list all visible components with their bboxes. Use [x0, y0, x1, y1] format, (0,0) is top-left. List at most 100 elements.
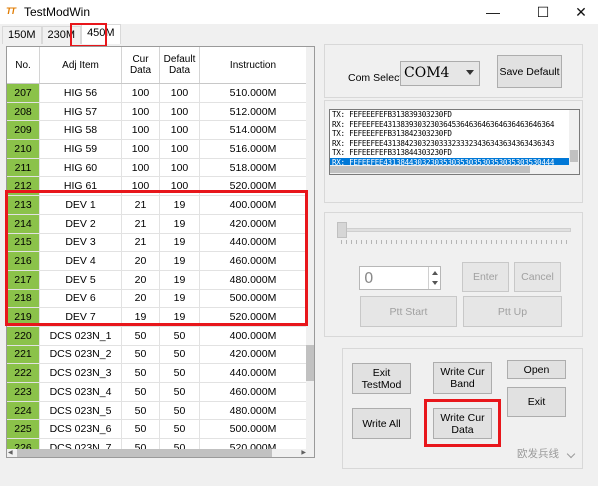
row-adj-item[interactable]: HIG 58	[40, 121, 122, 140]
tab-230m[interactable]: 230M	[41, 26, 82, 44]
log-line[interactable]: RX: FEFEEFEE4313842303230333233323436343…	[330, 139, 579, 149]
header-default-data[interactable]: Default Data	[160, 47, 200, 83]
row-default-data[interactable]: 19	[160, 233, 200, 252]
save-default-button[interactable]: Save Default	[497, 55, 562, 88]
spinner-buttons[interactable]	[428, 267, 440, 289]
table-row[interactable]: 207 HIG 56 100 100 510.000M	[7, 84, 307, 103]
row-instruction[interactable]: 514.000M	[200, 121, 307, 140]
table-row[interactable]: 210 HIG 59 100 100 516.000M	[7, 140, 307, 159]
row-no[interactable]: 207	[7, 84, 40, 102]
row-adj-item[interactable]: HIG 57	[40, 102, 122, 121]
write-cur-data-button[interactable]: Write Cur Data	[433, 408, 492, 439]
row-no[interactable]: 220	[7, 326, 40, 345]
row-default-data[interactable]: 50	[160, 420, 200, 439]
table-row[interactable]: 220 DCS 023N_1 50 50 400.000M	[7, 326, 307, 346]
row-adj-item[interactable]: DEV 4	[40, 252, 122, 270]
row-default-data[interactable]: 19	[160, 196, 200, 214]
open-button[interactable]: Open	[507, 360, 566, 379]
scroll-right-icon[interactable]: ▶	[301, 449, 306, 456]
value-spinner[interactable]: 0	[359, 266, 441, 290]
row-instruction[interactable]: 480.000M	[200, 401, 307, 420]
row-default-data[interactable]: 19	[160, 270, 200, 289]
row-no[interactable]: 208	[7, 102, 40, 121]
row-no[interactable]: 209	[7, 121, 40, 140]
table-row[interactable]: 224 DCS 023N_5 50 50 480.000M	[7, 401, 307, 421]
slider-thumb[interactable]	[337, 222, 347, 238]
row-cur-data[interactable]: 50	[122, 383, 160, 401]
tab-450m[interactable]: 450M	[81, 24, 121, 44]
row-no[interactable]: 210	[7, 140, 40, 158]
row-no[interactable]: 214	[7, 214, 40, 233]
minimize-button[interactable]: —	[476, 0, 510, 24]
row-default-data[interactable]: 50	[160, 401, 200, 420]
table-row[interactable]: 209 HIG 58 100 100 514.000M	[7, 121, 307, 141]
row-cur-data[interactable]: 50	[122, 326, 160, 345]
row-instruction[interactable]: 500.000M	[200, 420, 307, 439]
row-default-data[interactable]: 100	[160, 140, 200, 158]
row-adj-item[interactable]: HIG 59	[40, 140, 122, 158]
row-instruction[interactable]: 520.000M	[200, 308, 307, 326]
row-cur-data[interactable]: 50	[122, 345, 160, 364]
log-line[interactable]: TX: FEFEEEFEFB313844303230FD	[330, 148, 579, 158]
row-cur-data[interactable]: 20	[122, 270, 160, 289]
header-instruction[interactable]: Instruction	[200, 47, 307, 83]
row-no[interactable]: 216	[7, 252, 40, 270]
row-no[interactable]: 217	[7, 270, 40, 289]
row-instruction[interactable]: 420.000M	[200, 214, 307, 233]
row-instruction[interactable]: 516.000M	[200, 140, 307, 158]
row-adj-item[interactable]: DCS 023N_4	[40, 383, 122, 401]
language-select[interactable]: 欧发兵线	[514, 447, 578, 464]
row-adj-item[interactable]: DCS 023N_5	[40, 401, 122, 420]
row-no[interactable]: 223	[7, 383, 40, 401]
row-adj-item[interactable]: DEV 7	[40, 308, 122, 326]
table-row[interactable]: 215 DEV 3 21 19 440.000M	[7, 233, 307, 253]
row-cur-data[interactable]: 21	[122, 196, 160, 214]
row-no[interactable]: 225	[7, 420, 40, 439]
row-cur-data[interactable]: 21	[122, 214, 160, 233]
row-adj-item[interactable]: DCS 023N_6	[40, 420, 122, 439]
exit-button[interactable]: Exit	[507, 387, 566, 417]
row-cur-data[interactable]: 19	[122, 308, 160, 326]
spin-up-icon[interactable]	[432, 271, 438, 275]
row-cur-data[interactable]: 50	[122, 364, 160, 382]
log-line[interactable]: TX: FEFEEEFEFB313839303230FD	[330, 110, 579, 120]
row-default-data[interactable]: 100	[160, 121, 200, 140]
row-instruction[interactable]: 400.000M	[200, 326, 307, 345]
row-default-data[interactable]: 19	[160, 308, 200, 326]
table-row[interactable]: 218 DEV 6 20 19 500.000M	[7, 289, 307, 309]
tab-150m[interactable]: 150M	[2, 26, 42, 44]
log-line[interactable]: RX: FEFEEFEE4313839303230364536463646364…	[330, 120, 579, 130]
log-horizontal-thumb[interactable]	[330, 166, 530, 173]
table-row[interactable]: 216 DEV 4 20 19 460.000M	[7, 252, 307, 271]
row-cur-data[interactable]: 20	[122, 252, 160, 270]
exit-testmod-button[interactable]: Exit TestMod	[352, 363, 411, 394]
row-cur-data[interactable]: 100	[122, 158, 160, 177]
log-scroll-thumb[interactable]	[570, 150, 578, 162]
row-no[interactable]: 212	[7, 177, 40, 196]
table-row[interactable]: 217 DEV 5 20 19 480.000M	[7, 270, 307, 290]
row-no[interactable]: 218	[7, 289, 40, 308]
row-adj-item[interactable]: DCS 023N_3	[40, 364, 122, 382]
table-row[interactable]: 225 DCS 023N_6 50 50 500.000M	[7, 420, 307, 440]
table-row[interactable]: 223 DCS 023N_4 50 50 460.000M	[7, 383, 307, 402]
row-adj-item[interactable]: HIG 61	[40, 177, 122, 196]
row-default-data[interactable]: 19	[160, 214, 200, 233]
maximize-button[interactable]: ☐	[526, 0, 560, 24]
header-no[interactable]: No.	[7, 47, 40, 83]
serial-log-list[interactable]: TX: FEFEEEFEFB313839303230FD RX: FEFEEFEE…	[329, 109, 580, 175]
table-row[interactable]: 208 HIG 57 100 100 512.000M	[7, 102, 307, 122]
row-no[interactable]: 215	[7, 233, 40, 252]
row-instruction[interactable]: 510.000M	[200, 84, 307, 102]
scroll-left-icon[interactable]: ◀	[8, 449, 13, 456]
ptt-up-button[interactable]: Ptt Up	[463, 296, 562, 327]
row-no[interactable]: 211	[7, 158, 40, 177]
row-cur-data[interactable]: 100	[122, 177, 160, 196]
row-default-data[interactable]: 19	[160, 289, 200, 308]
row-cur-data[interactable]: 100	[122, 84, 160, 102]
table-row[interactable]: 219 DEV 7 19 19 520.000M	[7, 308, 307, 327]
row-no[interactable]: 222	[7, 364, 40, 382]
row-no[interactable]: 221	[7, 345, 40, 364]
row-default-data[interactable]: 50	[160, 383, 200, 401]
table-row[interactable]: 211 HIG 60 100 100 518.000M	[7, 158, 307, 178]
row-adj-item[interactable]: HIG 56	[40, 84, 122, 102]
